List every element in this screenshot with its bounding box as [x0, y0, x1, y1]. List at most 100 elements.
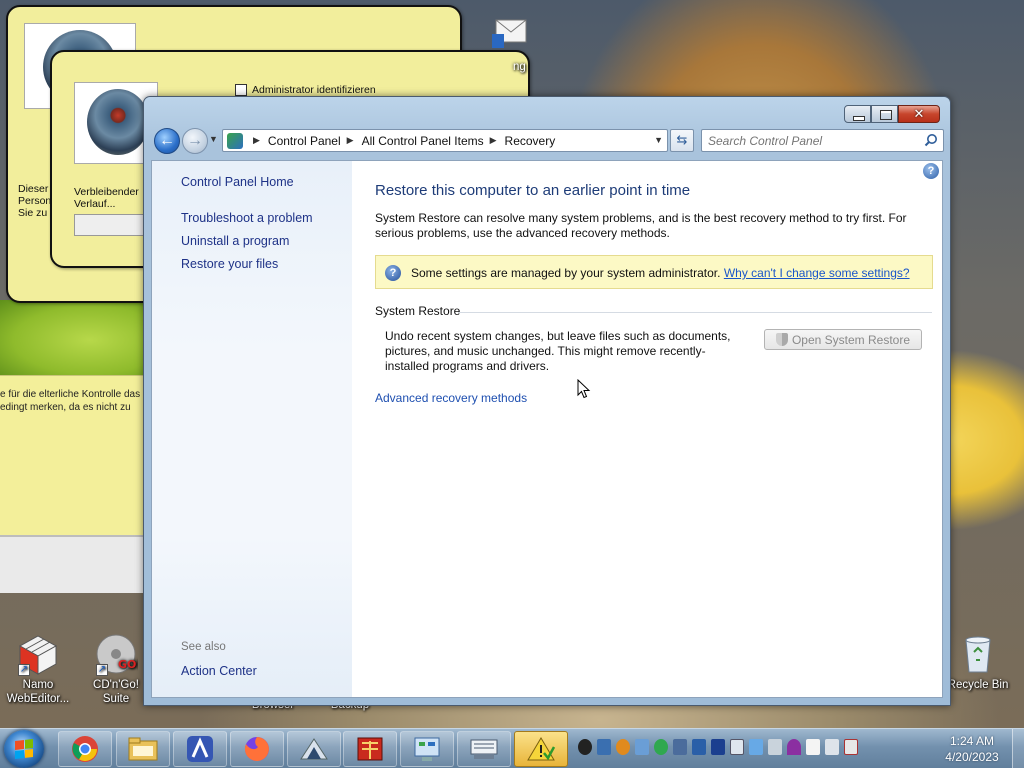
breadcrumb-recovery[interactable]: Recovery [505, 134, 556, 148]
taskbar-firefox[interactable] [230, 731, 284, 767]
globe-icon [87, 89, 149, 155]
mouse-cursor-icon [577, 379, 591, 399]
tray-network-icon[interactable] [825, 739, 839, 755]
help-icon: ? [927, 165, 935, 177]
minimize-button[interactable] [844, 105, 871, 123]
taskbar-explorer[interactable] [116, 731, 170, 767]
desktop-icon-recycle-bin[interactable]: Recycle Bin [941, 632, 1015, 692]
tray-volume-muted-icon[interactable] [844, 739, 858, 755]
back-arrow-icon: ← [159, 132, 175, 149]
open-system-restore-button[interactable]: Open System Restore [764, 329, 922, 350]
chevron-right-icon[interactable]: ▶ [347, 135, 354, 146]
tray-dropbox-icon[interactable] [749, 739, 763, 755]
desktop-icon-cdngo[interactable]: GO! ↗ CD'n'Go! Suite [79, 632, 153, 706]
maximize-button[interactable] [871, 105, 898, 123]
forward-arrow-icon: → [187, 132, 203, 149]
start-button[interactable] [4, 730, 44, 768]
taskbar-control-panel[interactable] [400, 731, 454, 767]
troubleshoot-link[interactable]: Troubleshoot a problem [181, 211, 313, 225]
checkbox-label: Administrator identifizieren [252, 84, 376, 96]
breadcrumb-all-items[interactable]: All Control Panel Items [362, 134, 484, 148]
tray-app-icon[interactable] [578, 739, 592, 755]
desktop-icon-partial[interactable]: ng [513, 60, 553, 74]
background-gray-strip [0, 535, 150, 593]
refresh-icon: ⇆ [676, 132, 688, 147]
taskbar-warning-app[interactable] [514, 731, 568, 767]
rubiks-cube-icon: ↗ [16, 632, 60, 676]
cd-icon: GO! ↗ [94, 632, 141, 676]
tray-monitor-icon[interactable] [692, 739, 706, 755]
system-restore-description: Undo recent system changes, but leave fi… [385, 329, 731, 373]
left-pane: Control Panel Home Troubleshoot a proble… [152, 161, 352, 697]
media-app-icon [357, 737, 383, 761]
tray-flag-icon[interactable] [806, 739, 820, 755]
search-icon[interactable] [924, 133, 938, 147]
shield-icon [775, 333, 788, 346]
tray-keyboard-icon[interactable] [730, 739, 744, 755]
windows-logo-icon [15, 739, 33, 759]
open-system-restore-label: Open System Restore [791, 332, 911, 347]
tray-tools-icon[interactable] [768, 739, 782, 755]
installer-icon [300, 738, 328, 760]
administrator-checkbox[interactable] [235, 84, 247, 96]
forward-button[interactable]: → [182, 128, 208, 154]
back-button[interactable]: ← [154, 128, 180, 154]
help-button[interactable]: ? [923, 163, 939, 179]
close-icon: ✕ [913, 106, 925, 121]
desktop-icon-namo[interactable]: ↗ Namo WebEditor... [1, 632, 75, 706]
control-panel-icon [414, 737, 440, 761]
system-clock[interactable]: 1:24 AM 4/20/2023 [940, 733, 1004, 765]
recent-pages-dropdown[interactable]: ▼ [209, 134, 219, 146]
remaining-text: Verbleibender Verlauf... [74, 186, 139, 210]
close-button[interactable]: ✕ [898, 105, 940, 123]
see-also-heading: See also [181, 641, 226, 653]
chevron-right-icon[interactable]: ▶ [490, 135, 497, 146]
advanced-recovery-link[interactable]: Advanced recovery methods [375, 391, 527, 405]
tray-save-icon[interactable] [673, 739, 687, 755]
clock-time: 1:24 AM [949, 734, 995, 748]
svg-text:GO!: GO! [118, 658, 138, 671]
why-cant-i-change-link[interactable]: Why can't I change some settings? [724, 266, 910, 280]
taskbar-media-app[interactable] [343, 731, 397, 767]
navigation-bar: ← → ▼ ▶ Control Panel ▶ All Control Pane… [152, 127, 944, 155]
tray-display-icon[interactable] [635, 739, 649, 755]
tray-search-icon[interactable] [616, 739, 630, 755]
taskbar-app-launcher[interactable] [173, 731, 227, 767]
keyboard-icon [470, 739, 498, 759]
tray-umbrella-icon[interactable] [787, 739, 801, 755]
action-center-link[interactable]: Action Center [181, 664, 257, 678]
section-divider [458, 312, 932, 313]
system-tray [578, 739, 858, 755]
control-panel-window[interactable]: ✕ ← → ▼ ▶ Control Panel ▶ All Control Pa… [143, 96, 951, 706]
system-restore-heading: System Restore [375, 304, 461, 318]
address-bar[interactable]: ▶ Control Panel ▶ All Control Panel Item… [222, 129, 668, 152]
desktop-icon-mail[interactable] [480, 8, 540, 54]
restore-files-link[interactable]: Restore your files [181, 257, 278, 271]
info-message: Some settings are managed by your system… [411, 266, 910, 280]
dialog-text: Dieser Person Sie zu [18, 183, 52, 219]
search-input[interactable] [708, 131, 918, 151]
control-panel-icon [227, 132, 243, 149]
taskbar-chrome[interactable] [58, 731, 112, 767]
taskbar-keyboard-app[interactable] [457, 731, 511, 767]
taskbar-installer[interactable] [287, 731, 341, 767]
tray-chat-icon[interactable] [654, 739, 668, 755]
taskbar: 1:24 AM 4/20/2023 [0, 728, 1024, 768]
window-controls: ✕ [844, 105, 940, 123]
tray-app-a-icon[interactable] [711, 739, 725, 755]
control-panel-home-link[interactable]: Control Panel Home [181, 175, 294, 189]
refresh-button[interactable]: ⇆ [670, 129, 694, 152]
search-box[interactable] [701, 129, 944, 152]
show-desktop-button[interactable] [1012, 729, 1024, 768]
breadcrumb-control-panel[interactable]: Control Panel [268, 134, 341, 148]
content-area: Control Panel Home Troubleshoot a proble… [151, 160, 943, 698]
address-dropdown-icon[interactable]: ▼ [654, 135, 663, 145]
folder-icon [128, 737, 158, 761]
chevron-right-icon[interactable]: ▶ [253, 135, 260, 146]
uninstall-program-link[interactable]: Uninstall a program [181, 234, 289, 248]
background-panel-text: e für die elterliche Kontrolle das eding… [0, 389, 141, 413]
tray-network-share-icon[interactable] [597, 739, 611, 755]
mail-icon [488, 8, 532, 52]
app-a-icon [187, 736, 213, 762]
admin-info-bar: ? Some settings are managed by your syst… [375, 255, 933, 289]
